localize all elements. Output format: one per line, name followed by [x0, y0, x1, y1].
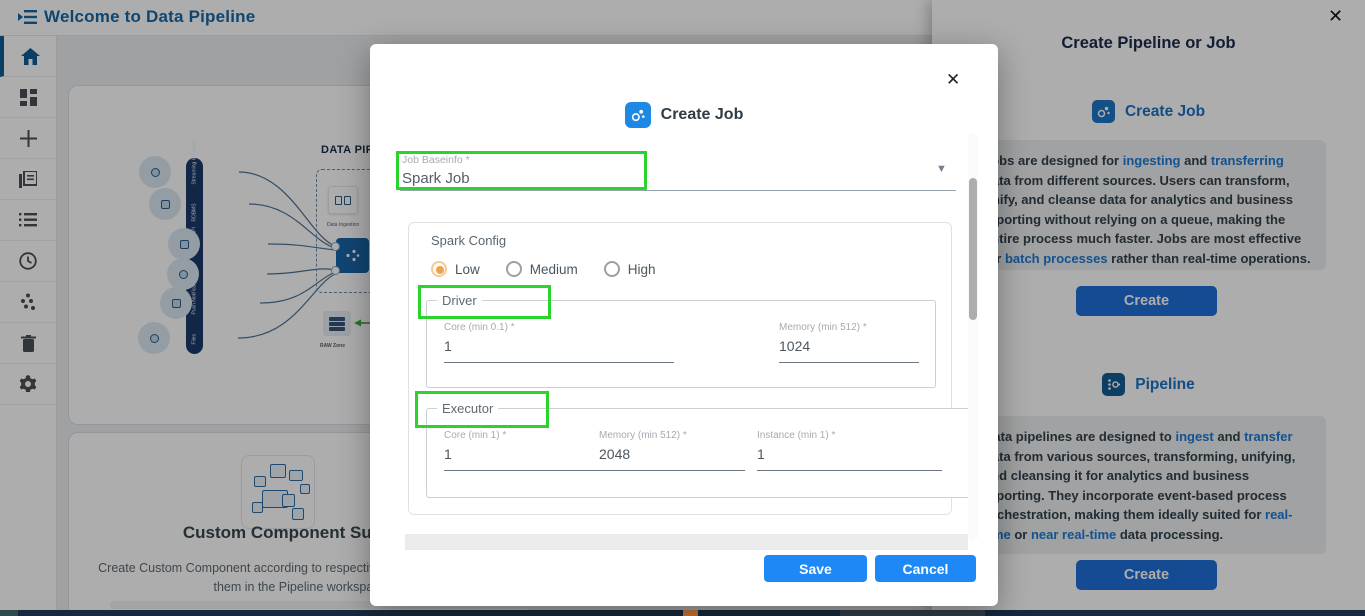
driver-legend: Driver — [437, 293, 482, 308]
modal-header: Create Job — [370, 102, 998, 128]
radio-icon[interactable] — [431, 261, 447, 277]
create-job-modal: ✕ Create Job Job Baseinfo * Spark Job ▼ … — [370, 44, 998, 606]
modal-close-icon[interactable]: ✕ — [946, 70, 960, 90]
driver-memory-field[interactable]: Memory (min 512) * 1024 — [779, 322, 919, 363]
modal-title: Create Job — [661, 106, 744, 124]
scrollbar-thumb[interactable] — [969, 178, 977, 320]
radio-option-low[interactable]: Low — [431, 261, 480, 277]
job-baseinfo-select[interactable]: Job Baseinfo * Spark Job — [402, 154, 470, 187]
spark-config-title: Spark Config — [431, 233, 506, 248]
modal-scrollbar[interactable] — [968, 133, 978, 540]
driver-fieldset: Driver Core (min 0.1) * 1 Memory (min 51… — [426, 293, 936, 388]
spark-config-panel: Spark Config Low Medium High Driver Core… — [408, 222, 952, 515]
driver-core-field[interactable]: Core (min 0.1) * 1 — [444, 322, 674, 363]
executor-memory-field[interactable]: Memory (min 512) * 2048 — [599, 430, 745, 471]
radio-option-medium[interactable]: Medium — [506, 261, 578, 277]
select-underline — [400, 190, 956, 191]
spark-config-area: Spark Config Low Medium High Driver Core… — [408, 222, 968, 522]
job-baseinfo-value: Spark Job — [402, 170, 470, 187]
spark-level-radio-group: Low Medium High — [431, 261, 656, 277]
radio-option-high[interactable]: High — [604, 261, 656, 277]
chevron-down-icon[interactable]: ▼ — [936, 163, 947, 175]
cancel-button[interactable]: Cancel — [875, 555, 976, 582]
radio-icon[interactable] — [604, 261, 620, 277]
radio-icon[interactable] — [506, 261, 522, 277]
app-screen: Welcome to Data Pipeline D — [0, 0, 1365, 616]
job-baseinfo-label: Job Baseinfo * — [402, 154, 470, 166]
bottom-system-strip — [0, 610, 1365, 616]
save-button[interactable]: Save — [764, 555, 867, 582]
executor-fieldset: Executor Core (min 1) * 1 Memory (min 51… — [426, 401, 968, 498]
executor-legend: Executor — [437, 401, 498, 416]
section-divider-band — [405, 534, 968, 550]
job-icon — [625, 102, 651, 128]
executor-instance-field[interactable]: Instance (min 1) * 1 — [757, 430, 942, 471]
